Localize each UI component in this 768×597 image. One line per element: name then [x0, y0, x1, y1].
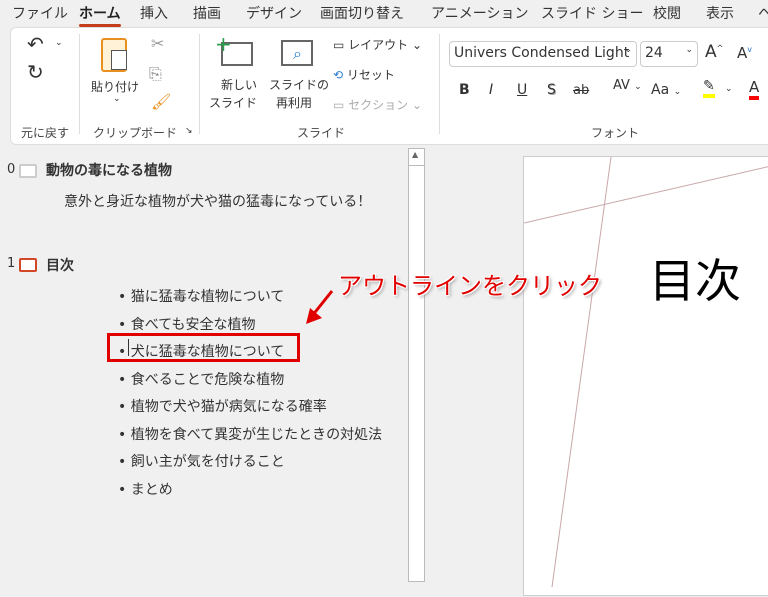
clipboard-launcher-icon[interactable]: ↘ [185, 126, 193, 136]
tab-insert[interactable]: 挿入 [140, 3, 168, 23]
layout-button[interactable]: ▭ レイアウト ⌄ [333, 36, 422, 53]
outline-bullet-item[interactable]: • 食べても安全な植物 [118, 314, 255, 334]
ribbon: ↶ ⌄ ↻ 元に戻す 貼り付け ⌄ ✂ ⎘ 🖌 クリップボード ↘ + 新しい … [10, 27, 768, 145]
outline-bullet-item[interactable]: • 飼い主が気を付けること [118, 451, 285, 471]
outline-scrollbar[interactable]: ▲ [408, 148, 425, 582]
new-slide-icon[interactable]: + [215, 32, 253, 66]
paste-icon[interactable] [101, 38, 127, 72]
spacing-label: AV [613, 78, 630, 93]
slide-number: 1 [7, 256, 16, 271]
reset-label: リセット [346, 68, 395, 82]
outline-bullet-item[interactable]: • 植物で犬や猫が病気になる確率 [118, 396, 327, 416]
decoration-line [551, 157, 612, 588]
reuse-slides-label-2[interactable]: 再利用 [276, 94, 312, 111]
tab-home[interactable]: ホーム [79, 3, 121, 27]
bold-button[interactable]: B [459, 82, 470, 98]
highlight-box [107, 333, 300, 362]
tab-review[interactable]: 校閲 [653, 3, 681, 23]
reuse-slides-label-1[interactable]: スライドの [269, 76, 329, 93]
bullet-text: 植物で犬や猫が病気になる確率 [130, 399, 327, 415]
outline-bullet-item[interactable]: • 猫に猛毒な植物について [118, 286, 284, 306]
scroll-up-icon[interactable]: ▲ [412, 150, 418, 159]
ribbon-tabs: ファイル ホーム 挿入 描画 デザイン 画面切り替え アニメーション スライド … [0, 0, 768, 27]
slide-title[interactable]: 目次 [649, 245, 741, 311]
undo-dropdown-icon[interactable]: ⌄ [55, 38, 63, 48]
change-case-button[interactable]: Aa ⌄ [651, 82, 681, 98]
grow-font-icon[interactable]: A^ [705, 42, 723, 62]
italic-button[interactable]: I [489, 82, 493, 98]
bullet-icon: • [118, 289, 131, 305]
tab-help[interactable]: ヘ [758, 3, 768, 23]
bullet-text: 食べても安全な植物 [130, 316, 256, 333]
undo-group-label: 元に戻す [21, 126, 70, 140]
tab-animations[interactable]: アニメーション [431, 3, 528, 23]
outline-bullet-item[interactable]: • 食べることで危険な植物 [118, 369, 284, 389]
font-size-value: 24 [645, 45, 663, 61]
new-slide-label-2[interactable]: スライド [209, 94, 257, 111]
slide-canvas[interactable]: 目次 [523, 156, 768, 596]
font-group-label: フォント [591, 126, 640, 140]
format-painter-icon[interactable]: 🖌 [151, 92, 171, 111]
bullet-icon: • [118, 316, 131, 333]
decoration-line [524, 166, 768, 224]
tab-design[interactable]: デザイン [246, 3, 302, 23]
underline-button[interactable]: U [517, 82, 527, 98]
bullet-icon: • [118, 371, 131, 388]
bullet-text: 植物を食べて異変が生じたときの対処法 [130, 426, 383, 443]
outline-subtitle[interactable]: 意外と身近な植物が犬や猫の猛毒になっている！ [64, 191, 371, 211]
undo-icon[interactable]: ↶ [27, 32, 44, 56]
slide-thumbnail-icon[interactable] [19, 164, 37, 178]
paste-dropdown-icon[interactable]: ⌄ [113, 94, 121, 104]
bullet-icon: • [118, 399, 131, 415]
reuse-slides-icon[interactable]: ⌕ [281, 40, 313, 66]
section-label: セクション [348, 98, 409, 112]
reset-button[interactable]: ⟲ リセット [333, 66, 395, 83]
section-button[interactable]: ▭ セクション ⌄ [333, 96, 422, 113]
slide-number: 0 [7, 162, 16, 177]
strikethrough-button[interactable]: ab [573, 83, 589, 98]
bullet-icon: • [118, 426, 131, 443]
cut-icon[interactable]: ✂ [151, 34, 164, 53]
font-size-select[interactable]: 24 ⌄ [640, 41, 698, 67]
redo-icon[interactable]: ↻ [27, 60, 44, 84]
shadow-button[interactable]: S [547, 82, 556, 98]
highlight-dropdown-icon[interactable]: ⌄ [725, 84, 733, 94]
bullet-icon: • [118, 454, 131, 470]
outline-pane[interactable]: 0 動物の毒になる植物 意外と身近な植物が犬や猫の猛毒になっている！ 1 目次 … [0, 146, 405, 582]
bullet-text: まとめ [130, 481, 173, 498]
font-name-value: Univers Condensed Light [454, 45, 630, 61]
bullet-text: 猫に猛毒な植物について [130, 289, 285, 305]
slide-decoration-lines [524, 157, 768, 588]
slides-group-label: スライド [297, 126, 346, 140]
character-spacing-button[interactable]: AV ⌄ [613, 78, 642, 93]
tab-transitions[interactable]: 画面切り替え [320, 3, 404, 23]
layout-label: レイアウト [348, 38, 409, 52]
shrink-font-icon[interactable]: Av [737, 44, 752, 62]
highlight-icon[interactable]: ✎ [703, 78, 715, 98]
clipboard-group-label: クリップボード [93, 126, 178, 140]
copy-icon[interactable]: ⎘ [149, 64, 162, 84]
font-name-select[interactable]: Univers Condensed Light ⌄ [449, 41, 637, 67]
tab-draw[interactable]: 描画 [193, 3, 221, 23]
tab-view[interactable]: 表示 [706, 3, 734, 23]
bullet-icon: • [118, 481, 131, 498]
tab-slideshow[interactable]: スライド ショー [541, 3, 643, 23]
slide-thumbnail-icon-selected[interactable] [19, 258, 37, 272]
annotation-text: アウトラインをクリック [338, 272, 602, 300]
outline-bullet-item[interactable]: • 植物を食べて異変が生じたときの対処法 [118, 424, 382, 444]
case-label: Aa [651, 82, 670, 98]
annotation-arrow-icon [306, 290, 334, 324]
outline-slide-title[interactable]: 目次 [46, 255, 74, 275]
reset-icon: ⟲ [333, 68, 344, 82]
new-slide-label-1[interactable]: 新しい [221, 76, 257, 93]
outline-bullet-item[interactable]: • まとめ [118, 479, 173, 499]
font-color-icon[interactable]: A [749, 78, 760, 100]
bullet-text: 飼い主が気を付けること [130, 454, 285, 470]
outline-slide-title[interactable]: 動物の毒になる植物 [46, 160, 172, 180]
text-cursor [128, 339, 129, 356]
paste-button[interactable]: 貼り付け [91, 78, 139, 95]
bullet-text: 食べることで危険な植物 [130, 371, 285, 388]
tab-file[interactable]: ファイル [12, 3, 68, 23]
